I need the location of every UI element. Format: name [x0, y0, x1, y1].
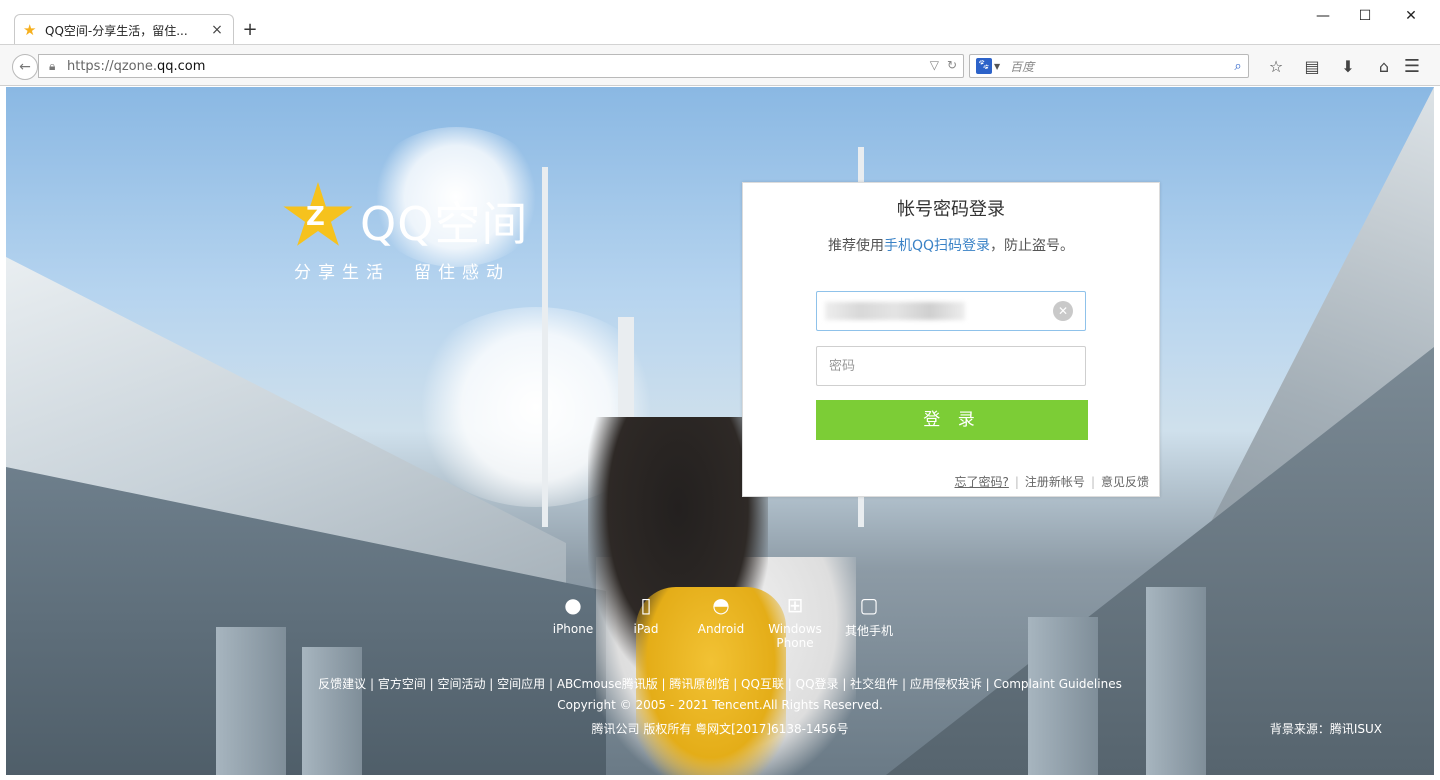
minimize-window-button[interactable]: — [1300, 0, 1346, 32]
tab-title: QQ空间-分享生活，留住... [45, 23, 188, 38]
qzone-star-favicon-icon: ★ [23, 21, 37, 39]
qzone-login-page: Z QQ空间 分享生活 留住感动 帐号密码登录 推荐使用手机QQ扫码登录，防止盗… [6, 87, 1434, 775]
link-separator: | [1014, 475, 1019, 489]
maximize-window-button[interactable]: ☐ [1342, 0, 1388, 32]
windows-icon: ⊞ [786, 593, 804, 617]
password-input[interactable] [816, 346, 1086, 386]
device-android[interactable]: ◓ Android [686, 592, 756, 636]
login-tip-prefix: 推荐使用 [827, 238, 884, 254]
close-window-button[interactable]: ✕ [1388, 0, 1434, 32]
forgot-password-link[interactable]: 忘了密码? [955, 475, 1009, 489]
qzone-z-mark-icon: Z [306, 202, 325, 232]
bridge-pillar [1028, 617, 1098, 775]
account-blurred-value [825, 302, 965, 320]
tab-close-icon[interactable]: × [209, 22, 225, 38]
browser-navbar: 🔒︎ https://qzone.qq.com ▽ ↻ ← 🐾︎ ▼ 百度 ⌕ … [0, 44, 1440, 86]
phone-icon: ▢ [859, 593, 879, 617]
home-icon[interactable]: ⌂ [1366, 54, 1402, 78]
qzone-logo[interactable]: Z QQ空间 分享生活 留住感动 [282, 180, 542, 284]
new-tab-button[interactable]: + [240, 20, 260, 40]
background-source[interactable]: 背景来源：腾讯ISUX [1270, 720, 1382, 737]
device-iphone[interactable]: ● iPhone [538, 592, 608, 636]
baidu-paw-icon[interactable]: 🐾︎ [976, 58, 992, 74]
toolbar-icons: ☆ ▤ ⬇ ⌂ [1258, 54, 1402, 78]
logo-text: QQ空间 [360, 197, 529, 251]
device-windows-phone[interactable]: ⊞ Windows Phone [760, 592, 830, 650]
device-ipad[interactable]: ▯ iPad [611, 592, 681, 636]
address-tools: ▽ ↻ [930, 58, 957, 72]
register-link[interactable]: 注册新帐号 [1025, 475, 1085, 489]
star-bookmark-icon[interactable]: ☆ [1258, 54, 1294, 78]
search-bar[interactable]: 🐾︎ ▼ 百度 ⌕ [969, 54, 1249, 78]
account-input[interactable]: ✕ [816, 291, 1086, 331]
download-icon[interactable]: ⬇ [1330, 54, 1366, 78]
footer-license[interactable]: 腾讯公司 版权所有 粤网文[2017]6138-1456号 [6, 720, 1434, 737]
tablet-icon: ▯ [640, 593, 652, 617]
footer-links[interactable]: 反馈建议 | 官方空间 | 空间活动 | 空间应用 | ABCmouse腾讯版 … [6, 675, 1434, 692]
footer-copyright: Copyright © 2005 - 2021 Tencent.All Righ… [557, 698, 883, 712]
login-tip: 推荐使用手机QQ扫码登录，防止盗号。 [743, 235, 1159, 255]
reading-list-icon[interactable]: ▤ [1294, 54, 1330, 78]
browser-titlebar: ★ QQ空间-分享生活，留住... × + — ☐ ✕ [0, 0, 1440, 45]
browser-tab-active[interactable]: ★ QQ空间-分享生活，留住... × [14, 14, 234, 45]
address-bar[interactable]: 🔒︎ https://qzone.qq.com ▽ ↻ [38, 54, 964, 78]
login-tip-suffix: ，防止盗号。 [990, 238, 1075, 254]
android-icon: ◓ [712, 593, 730, 617]
device-other-phone[interactable]: ▢ 其他手机 [834, 592, 904, 639]
back-button[interactable]: ← [12, 54, 38, 80]
link-separator: | [1090, 475, 1095, 489]
reload-icon[interactable]: ↻ [947, 58, 957, 72]
lock-icon[interactable]: 🔒︎ [49, 59, 63, 74]
device-downloads: ● iPhone ▯ iPad ◓ Android ⊞ Windows Phon… [546, 592, 906, 662]
search-input[interactable]: 百度 [1010, 58, 1228, 75]
history-dropdown-icon[interactable]: ▽ [930, 58, 939, 72]
menu-icon[interactable]: ☰ [1398, 54, 1426, 78]
apple-icon: ● [564, 593, 582, 617]
clear-account-icon[interactable]: ✕ [1053, 301, 1073, 321]
address-url[interactable]: https://qzone.qq.com [67, 59, 205, 74]
street-lamp [542, 167, 548, 527]
login-links: 忘了密码? | 注册新帐号 | 意见反馈 [955, 473, 1150, 490]
login-title: 帐号密码登录 [897, 199, 1005, 220]
qr-login-link[interactable]: 手机QQ扫码登录 [884, 238, 990, 254]
login-panel: 帐号密码登录 推荐使用手机QQ扫码登录，防止盗号。 ✕ 登 录 忘了密码? | 注册… [742, 182, 1160, 497]
feedback-link[interactable]: 意见反馈 [1101, 475, 1149, 489]
logo-slogan: 分享生活 留住感动 [294, 263, 510, 283]
back-arrow-icon: ← [19, 59, 31, 75]
login-button[interactable]: 登 录 [816, 400, 1088, 440]
search-engine-dropdown-icon[interactable]: ▼ [994, 62, 1000, 71]
search-go-icon[interactable]: ⌕ [1228, 59, 1248, 74]
